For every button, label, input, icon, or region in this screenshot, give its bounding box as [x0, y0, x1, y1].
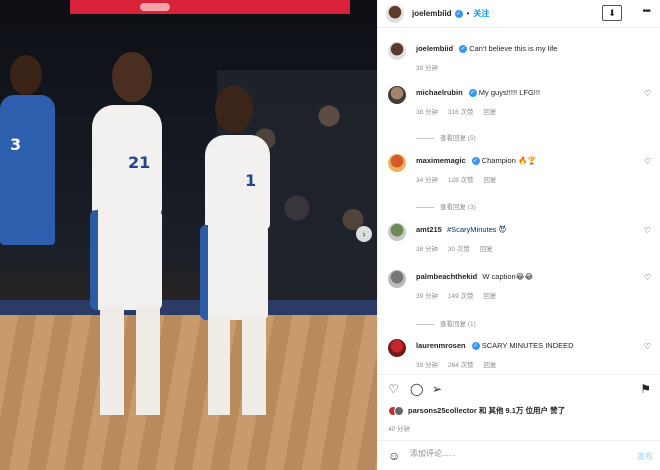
likes-count[interactable]: 和 其他 9.1万 位用户 赞了: [479, 405, 565, 416]
caption-time: 39 分钟: [416, 65, 439, 73]
player-right-legs: [208, 315, 266, 415]
comment-time: 38 分钟: [416, 246, 439, 253]
like-heart-icon[interactable]: ♡: [388, 383, 399, 395]
post-comment-button[interactable]: 发布: [637, 451, 653, 462]
verified-icon: ✓: [459, 45, 468, 54]
comment-time: 34 分钟: [416, 177, 439, 185]
opponent-head: [10, 55, 42, 95]
caption-avatar[interactable]: [388, 42, 406, 60]
comment-username[interactable]: maximemagic: [416, 156, 466, 165]
liker-avatar: [394, 405, 404, 416]
comment-likes[interactable]: 128 次赞: [448, 177, 474, 184]
reply-button[interactable]: 回复: [483, 109, 496, 116]
commenter-avatar[interactable]: [388, 339, 406, 357]
player-left-legs: [100, 305, 160, 415]
player-left-jersey: 21: [92, 105, 162, 215]
heart-icon[interactable]: ♡: [644, 273, 651, 282]
commenter-avatar[interactable]: [388, 270, 406, 288]
post-timestamp: 40 分钟: [388, 426, 411, 433]
view-replies-button[interactable]: 查看回复 (1): [416, 318, 476, 328]
comment-likes[interactable]: 30 次赞: [448, 246, 470, 253]
caption-text: Can't believe this is my life: [469, 44, 558, 53]
verified-icon: ✓: [471, 342, 480, 351]
reply-button[interactable]: 回复: [483, 177, 496, 184]
post-photo[interactable]: 3 21 1 ›: [0, 0, 377, 470]
comment-text: SCARY MINUTES INDEED: [481, 341, 574, 350]
comment-time: 39 分钟: [416, 362, 439, 370]
opponent-jersey: 3: [0, 95, 55, 245]
next-image-button[interactable]: ›: [356, 226, 372, 242]
reply-button[interactable]: 回复: [480, 246, 493, 253]
heart-icon[interactable]: ♡: [644, 157, 651, 166]
commenter-avatar[interactable]: [388, 86, 406, 104]
player-right-jersey-number: 1: [245, 171, 257, 190]
comment-username[interactable]: palmbeachthekid: [416, 272, 477, 281]
comment-text[interactable]: #ScaryMinutes 😈: [447, 225, 507, 234]
author-avatar[interactable]: [386, 4, 404, 23]
post-header: joelembiid ✓ • 关注 ⬇ •••: [378, 0, 660, 28]
player-left-jersey-number: 21: [128, 153, 151, 172]
liker-username[interactable]: parsons25collector: [408, 406, 477, 415]
heart-icon[interactable]: ♡: [644, 89, 651, 98]
share-icon[interactable]: ➢: [432, 383, 442, 395]
comment-text: My guys!!!!! LFG!!!: [478, 88, 541, 97]
commenter-avatar[interactable]: [388, 154, 406, 172]
commenter-avatar[interactable]: [388, 223, 406, 241]
player-left-shorts: [90, 210, 162, 310]
view-replies-button[interactable]: 查看回复 (5): [416, 132, 476, 142]
view-replies-button[interactable]: 查看回复 (3): [416, 201, 476, 211]
post-side-panel: joelembiid ✓ • 关注 ⬇ ••• joelembiid ✓ Can'…: [377, 0, 660, 470]
follow-button[interactable]: 关注: [473, 8, 489, 19]
comment-text: Champion 🔥🏆: [481, 156, 537, 165]
reply-button[interactable]: 回复: [483, 293, 496, 300]
more-options-icon[interactable]: •••: [642, 6, 650, 17]
chevron-right-icon: ›: [362, 229, 366, 239]
download-icon: ⬇: [608, 7, 616, 18]
comment-username[interactable]: laurenmrosen: [416, 341, 466, 350]
comment-likes[interactable]: 316 次赞: [448, 109, 474, 116]
comment-bar: ☺ 发布: [378, 440, 660, 470]
comment-time: 38 分钟: [416, 109, 439, 117]
player-right-head: [215, 85, 253, 133]
caption-username[interactable]: joelembiid: [416, 44, 453, 53]
player-right-shorts: [200, 225, 268, 320]
comment-username[interactable]: michaelrubin: [416, 88, 463, 97]
comment-input[interactable]: [410, 449, 620, 458]
comment-time: 39 分钟: [416, 293, 439, 300]
post-actions: ♡ ◯ ➢ ⚑: [378, 374, 660, 404]
likes-summary: parsons25collector 和 其他 9.1万 位用户 赞了: [388, 405, 565, 416]
author-username[interactable]: joelembiid: [412, 9, 452, 18]
comment-icon[interactable]: ◯: [410, 383, 423, 395]
bookmark-icon[interactable]: ⚑: [640, 383, 651, 395]
comment-text: W caption😂😂: [482, 272, 534, 281]
verified-icon: ✓: [468, 89, 477, 98]
comment-likes[interactable]: 264 次赞: [448, 362, 474, 369]
player-right-jersey: 1: [205, 135, 270, 230]
verified-icon: ✓: [471, 157, 480, 166]
heart-icon[interactable]: ♡: [644, 342, 651, 351]
heart-icon[interactable]: ♡: [644, 226, 651, 235]
verified-icon: ✓: [454, 9, 463, 18]
comment-username[interactable]: amt215: [416, 225, 442, 234]
court-floor: [0, 315, 377, 470]
emoji-icon[interactable]: ☺: [388, 449, 400, 463]
scoreboard: [70, 0, 350, 14]
reply-button[interactable]: 回复: [483, 362, 496, 369]
opponent-jersey-number: 3: [10, 135, 22, 154]
player-left-head: [112, 52, 152, 102]
separator-dot: •: [466, 9, 470, 18]
comments-feed[interactable]: joelembiid ✓ Can't believe this is my lif…: [378, 28, 660, 374]
download-button[interactable]: ⬇: [602, 5, 622, 21]
comment-likes[interactable]: 149 次赞: [448, 293, 474, 300]
